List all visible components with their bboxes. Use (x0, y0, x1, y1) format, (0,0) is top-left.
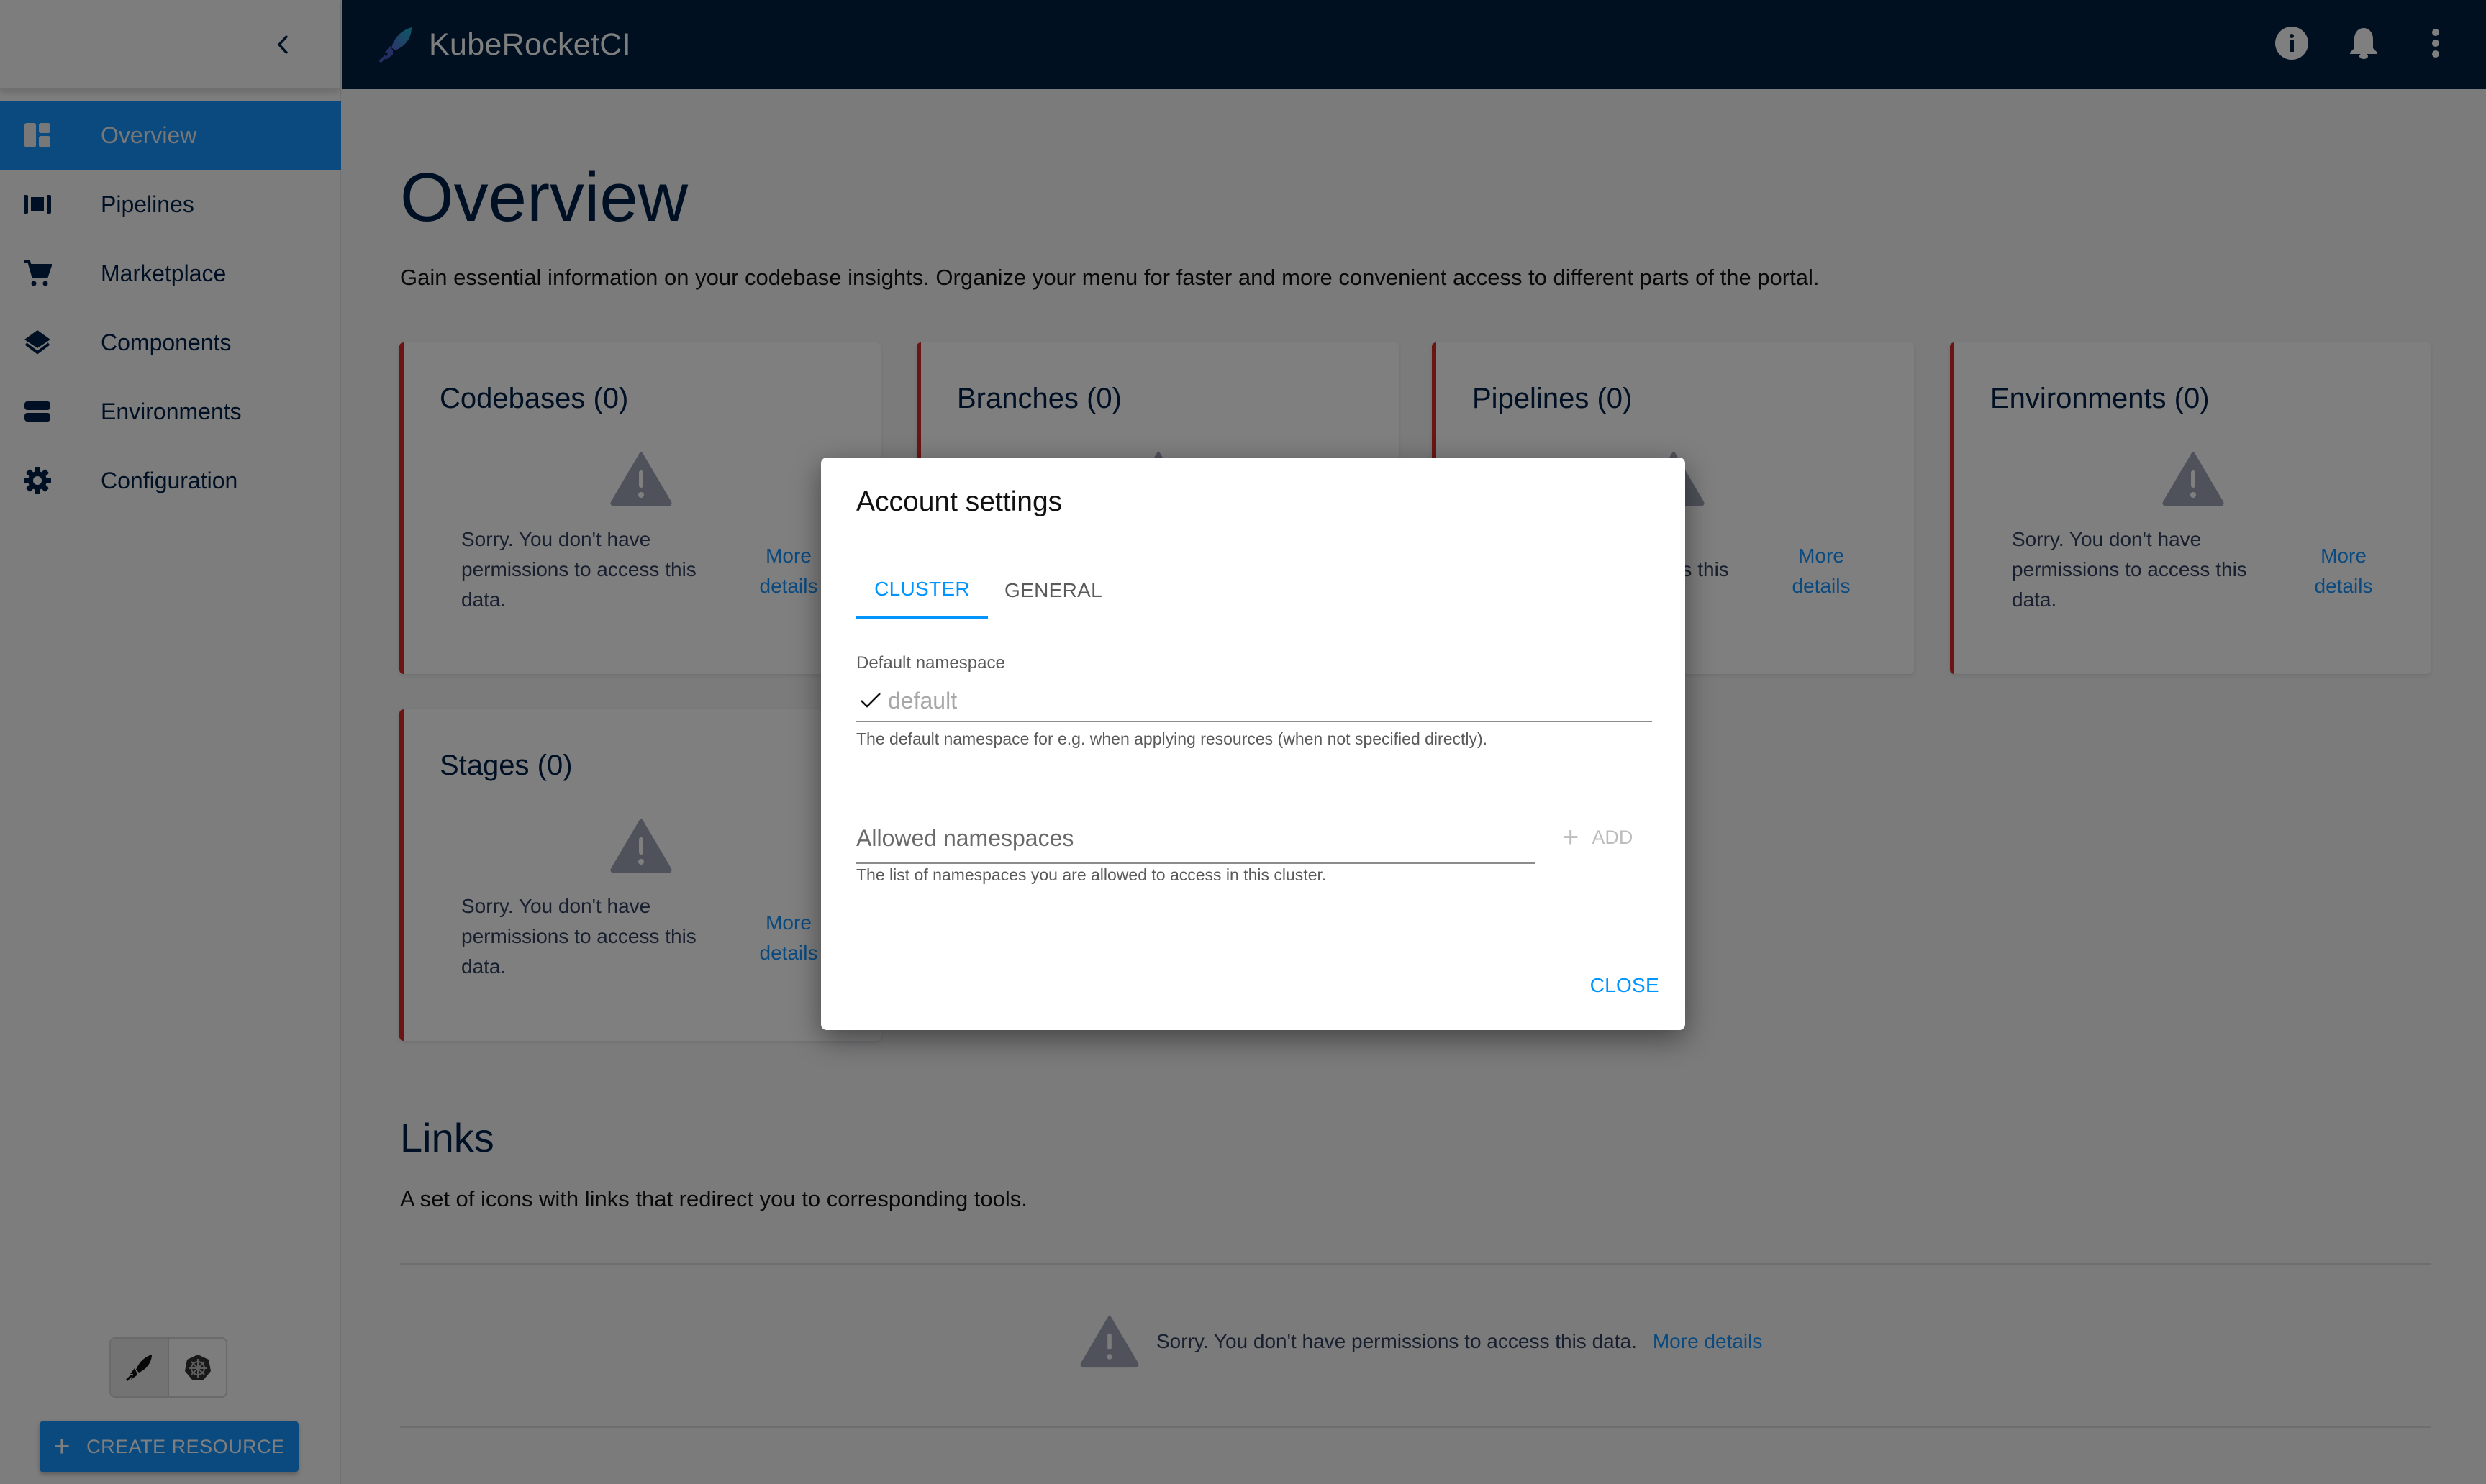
allowed-namespaces-helper: The list of namespaces you are allowed t… (856, 865, 1327, 884)
dialog-title: Account settings (856, 486, 1063, 517)
default-namespace-value: default (888, 687, 958, 714)
plus-icon: + (1562, 821, 1579, 853)
default-namespace-label: Default namespace (856, 653, 1005, 673)
add-namespace-button[interactable]: + ADD (1562, 823, 1633, 852)
close-button[interactable]: CLOSE (1590, 974, 1659, 997)
tab-cluster[interactable]: CLUSTER (856, 562, 988, 619)
allowed-namespaces-input[interactable]: Allowed namespaces (856, 821, 1535, 864)
check-icon (856, 691, 885, 710)
account-settings-dialog: Account settings CLUSTER GENERAL Default… (821, 458, 1685, 1030)
add-label: ADD (1592, 826, 1633, 848)
dialog-tabs: CLUSTER GENERAL (856, 562, 1119, 619)
default-namespace-field[interactable]: default (856, 680, 1652, 722)
default-namespace-helper: The default namespace for e.g. when appl… (856, 729, 1488, 748)
tab-general[interactable]: GENERAL (988, 562, 1119, 619)
